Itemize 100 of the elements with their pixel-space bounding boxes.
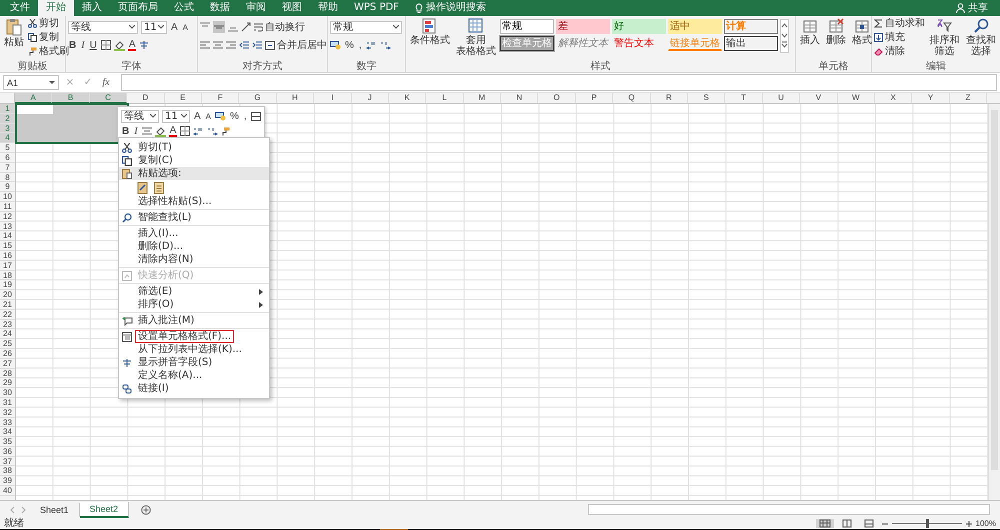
underline-button[interactable]: U: [88, 40, 98, 50]
column-header[interactable]: K: [388, 93, 426, 103]
row-header[interactable]: 26: [0, 348, 15, 359]
currency-icon[interactable]: [330, 40, 341, 50]
format-as-table-button[interactable]: 套用 表格格式: [454, 17, 498, 58]
orientation-icon[interactable]: [241, 22, 251, 32]
column-header[interactable]: F: [202, 93, 240, 103]
column-header[interactable]: U: [762, 93, 800, 103]
align-middle-icon[interactable]: [213, 21, 225, 33]
align-left-icon[interactable]: [200, 40, 210, 50]
row-header[interactable]: 8: [0, 172, 15, 182]
menu-item[interactable]: 智能查找(L): [119, 211, 269, 224]
gallery-scrollbar[interactable]: [780, 19, 789, 53]
row-header[interactable]: 34: [0, 427, 15, 438]
column-header[interactable]: O: [538, 93, 576, 103]
menu-item[interactable]: 选择性粘贴(S)...: [119, 195, 269, 208]
row-header[interactable]: 27: [0, 358, 15, 369]
decrease-font-size-button[interactable]: A: [182, 22, 190, 32]
row-header[interactable]: 20: [0, 290, 15, 300]
italic-button[interactable]: I: [80, 40, 86, 50]
column-header[interactable]: H: [276, 93, 314, 103]
column-header[interactable]: E: [164, 93, 202, 103]
cell-style-option[interactable]: 适中: [668, 19, 722, 34]
menu-item[interactable]: 删除(D)...: [119, 240, 269, 253]
column-header[interactable]: S: [688, 93, 726, 103]
row-header[interactable]: 3: [0, 124, 15, 134]
row-header[interactable]: 2: [0, 114, 15, 124]
column-header[interactable]: R: [650, 93, 688, 103]
row-header[interactable]: 36: [0, 446, 15, 457]
paste-option-icon[interactable]: [153, 181, 165, 194]
row-header[interactable]: 10: [0, 192, 15, 202]
ribbon-tab[interactable]: 公式: [166, 0, 202, 16]
row-header[interactable]: 40: [0, 486, 15, 496]
font-size-dropdown[interactable]: 11: [141, 20, 167, 34]
increase-decimal-icon[interactable]: [366, 40, 377, 50]
add-sheet-icon[interactable]: [141, 504, 152, 514]
zoom-level[interactable]: 100%: [976, 519, 996, 528]
row-header[interactable]: 39: [0, 476, 15, 486]
column-header[interactable]: L: [426, 93, 464, 103]
number-format-dropdown[interactable]: 常规: [330, 20, 402, 34]
column-header[interactable]: W: [838, 93, 875, 103]
phonetic-icon[interactable]: [139, 40, 150, 50]
cell-style-option[interactable]: 警告文本: [612, 36, 666, 51]
decrease-decimal-icon[interactable]: [380, 40, 391, 50]
cell-style-option[interactable]: 常规: [500, 19, 554, 34]
row-header[interactable]: 35: [0, 437, 15, 447]
increase-decimal-icon[interactable]: [193, 126, 204, 136]
ribbon-tab[interactable]: 视图: [274, 0, 310, 16]
cell-style-option[interactable]: 解释性文本: [556, 36, 610, 51]
column-header[interactable]: M: [464, 93, 502, 103]
cut-button[interactable]: 剪切: [28, 17, 69, 30]
conditional-formatting-button[interactable]: 条件格式: [408, 17, 452, 47]
column-header[interactable]: A: [15, 93, 52, 103]
row-header[interactable]: 22: [0, 310, 15, 320]
insert-function-button[interactable]: fx: [99, 77, 113, 88]
bold-button[interactable]: B: [121, 126, 130, 136]
menu-item[interactable]: 插入批注(M): [119, 314, 269, 327]
fill-button[interactable]: 填充: [874, 31, 925, 44]
format-painter-icon[interactable]: [221, 126, 230, 136]
cell-style-option[interactable]: 输出: [724, 36, 778, 51]
menu-item[interactable]: 复制(C): [119, 154, 269, 167]
cell-style-option[interactable]: 差: [556, 19, 610, 34]
decrease-font-size-button[interactable]: A: [204, 110, 212, 122]
paste-option-icon[interactable]: [137, 181, 149, 194]
cells-button[interactable]: 删除: [824, 17, 848, 47]
column-header[interactable]: Y: [912, 93, 950, 103]
row-header[interactable]: 21: [0, 300, 15, 310]
row-header[interactable]: 6: [0, 152, 15, 163]
row-header[interactable]: 29: [0, 378, 15, 388]
column-header[interactable]: V: [800, 93, 838, 103]
menu-item[interactable]: 剪切(T): [119, 141, 269, 154]
horizontal-scrollbar[interactable]: [588, 504, 990, 515]
row-header[interactable]: 9: [0, 182, 15, 192]
fill-color-icon[interactable]: [154, 126, 166, 136]
share-button[interactable]: 共享: [956, 0, 1000, 16]
column-header[interactable]: Q: [613, 93, 651, 103]
row-header[interactable]: 25: [0, 339, 15, 349]
row-header[interactable]: 7: [0, 162, 15, 173]
menu-item[interactable]: 设置单元格格式(F)...: [119, 330, 269, 343]
row-header[interactable]: 33: [0, 418, 15, 428]
cells-button[interactable]: 插入: [798, 17, 822, 47]
zoom-out-icon[interactable]: [882, 520, 888, 526]
align-center-icon[interactable]: [142, 126, 152, 136]
formula-input[interactable]: [121, 74, 997, 91]
row-header[interactable]: 11: [0, 202, 15, 212]
ribbon-tab[interactable]: 数据: [202, 0, 238, 16]
merge-center-button[interactable]: 合并后居中: [265, 38, 327, 52]
column-header[interactable]: Z: [950, 93, 988, 103]
row-header[interactable]: 23: [0, 320, 15, 330]
column-header[interactable]: J: [352, 93, 389, 103]
column-header[interactable]: G: [239, 93, 277, 103]
menu-item[interactable]: 筛选(E): [119, 285, 269, 298]
row-header[interactable]: 16: [0, 250, 15, 261]
sheet-tab[interactable]: Sheet2: [80, 502, 130, 518]
row-header[interactable]: 30: [0, 388, 15, 398]
row-header[interactable]: 19: [0, 280, 15, 290]
bold-button[interactable]: B: [68, 40, 78, 50]
cells-button[interactable]: 格式: [850, 17, 874, 47]
column-header[interactable]: B: [52, 93, 90, 103]
cell-style-option[interactable]: 好: [612, 19, 666, 34]
